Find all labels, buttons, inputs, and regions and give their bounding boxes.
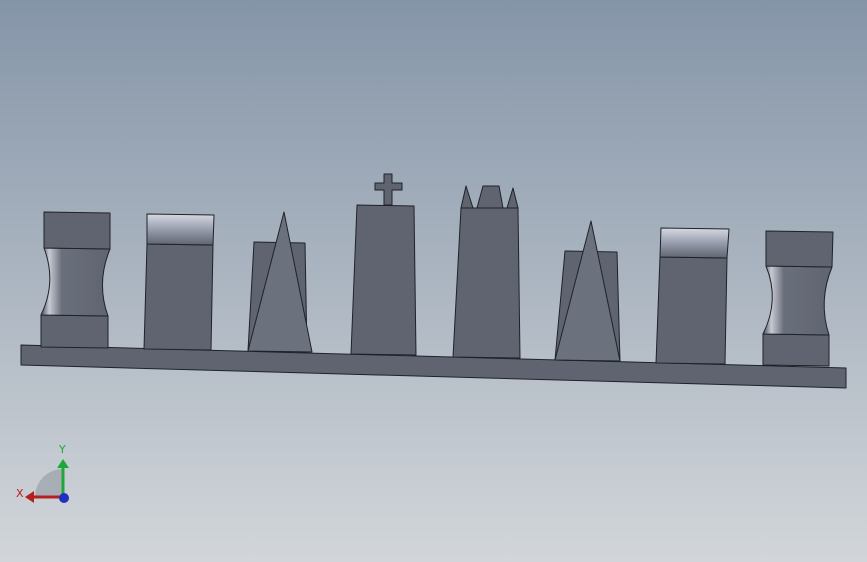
queen-piece[interactable] (452, 185, 521, 359)
viewport-background (0, 0, 867, 562)
3d-scene[interactable] (0, 0, 867, 562)
pawn-piece-left[interactable] (143, 213, 215, 351)
triad-z-axis-dot (59, 493, 69, 503)
rook-piece-left[interactable] (40, 211, 111, 349)
pawn-piece-right[interactable] (655, 227, 730, 365)
triad-x-label: X (16, 487, 24, 500)
graphics-viewport[interactable]: X Y (0, 0, 867, 562)
triad-y-label: Y (59, 443, 66, 456)
rook-piece-right[interactable] (762, 230, 834, 367)
